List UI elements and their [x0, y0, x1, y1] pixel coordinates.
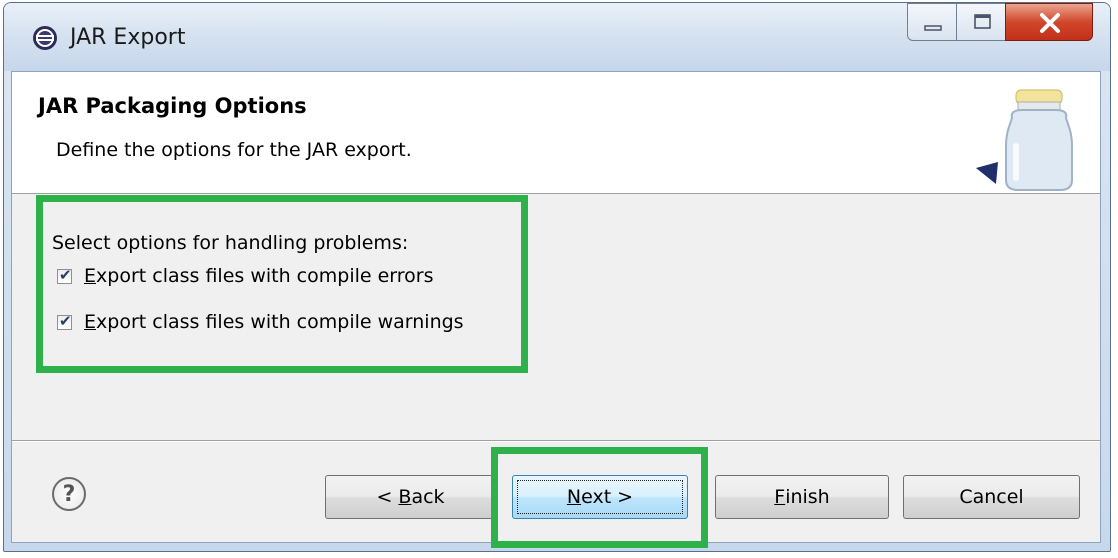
close-icon [1040, 13, 1060, 33]
next-highlight-box [491, 447, 708, 548]
title-bar[interactable]: JAR Export [4, 3, 1110, 71]
help-icon[interactable]: ? [52, 477, 86, 511]
eclipse-app-icon [33, 26, 57, 50]
maximize-icon [974, 14, 991, 29]
options-highlight-box [36, 195, 528, 373]
minimize-button[interactable] [907, 3, 957, 41]
page-title: JAR Packaging Options [38, 94, 307, 118]
wizard-header: JAR Packaging Options Define the options… [12, 72, 1100, 194]
close-button[interactable] [1005, 3, 1093, 41]
page-description: Define the options for the JAR export. [56, 139, 412, 161]
window-title: JAR Export [70, 25, 186, 50]
cancel-button[interactable]: Cancel [903, 475, 1080, 519]
minimize-icon [924, 25, 942, 31]
back-button[interactable]: < Back [325, 475, 496, 519]
maximize-button[interactable] [956, 3, 1006, 41]
finish-button[interactable]: Finish [715, 475, 889, 519]
jar-icon [976, 89, 1073, 191]
